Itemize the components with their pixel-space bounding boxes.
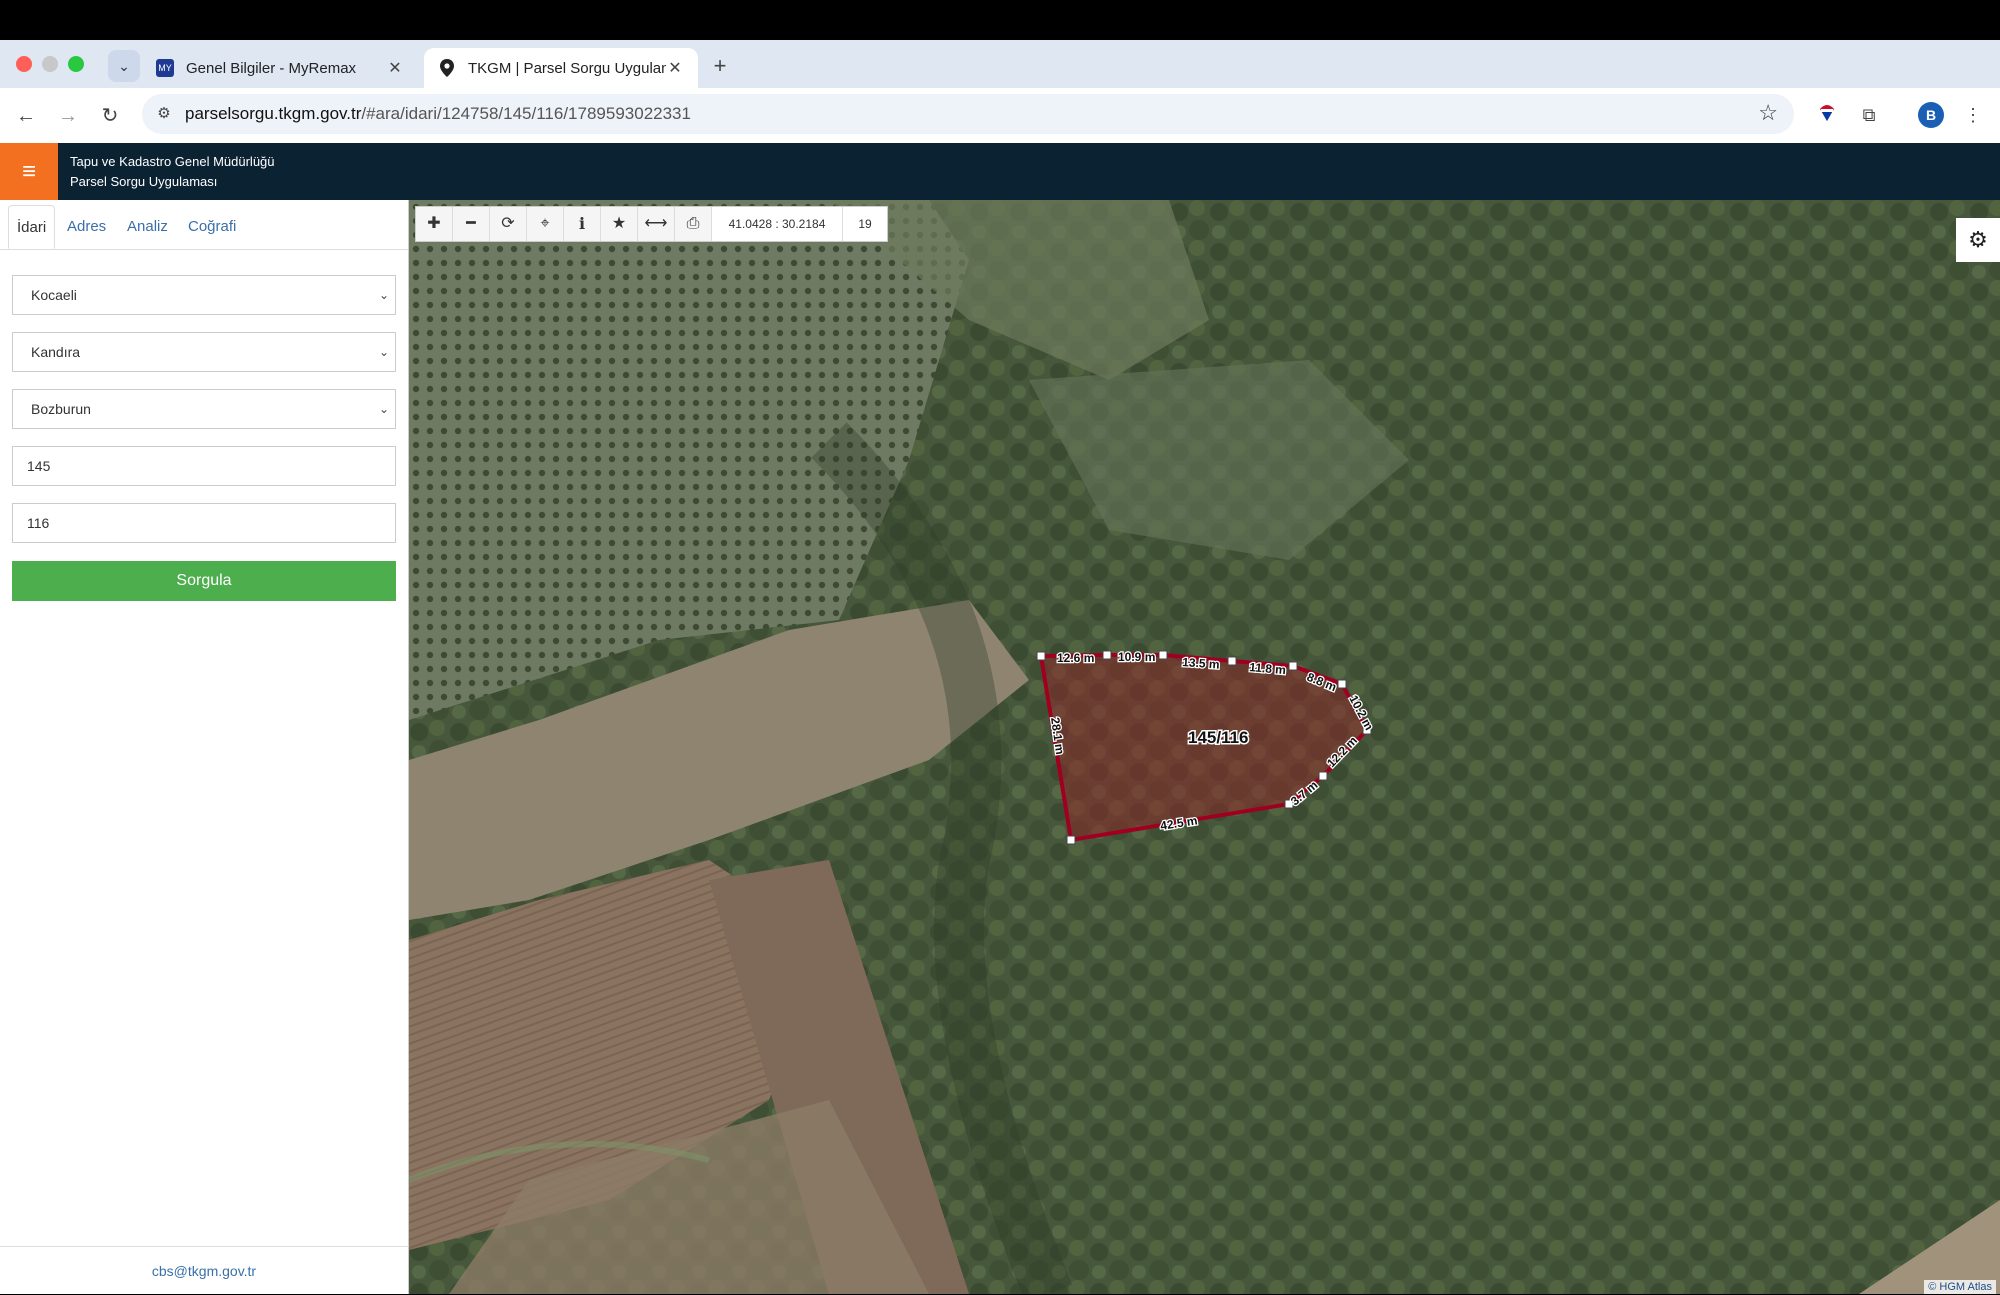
- back-arrow-icon[interactable]: ←: [10, 100, 42, 132]
- query-tabs: İdari Adres Analiz Coğrafi: [0, 200, 408, 250]
- chevron-down-icon: ⌄: [378, 345, 389, 359]
- browser-toolbar: ← → ↻ ⚙ parselsorgu.tkgm.gov.tr/#ara/ida…: [0, 88, 2000, 143]
- parsel-input[interactable]: 116: [12, 503, 396, 543]
- address-bar[interactable]: ⚙ parselsorgu.tkgm.gov.tr/#ara/idari/124…: [142, 94, 1794, 134]
- print-icon[interactable]: ⎙: [675, 207, 712, 241]
- map-view[interactable]: 12.6 m 10.9 m 13.5 m 11.8 m 8.8 m 10.2 m…: [409, 200, 2000, 1294]
- query-button[interactable]: Sorgula: [12, 561, 396, 601]
- coordinate-readout: 41.0428 : 30.2184: [712, 207, 843, 241]
- browser-chrome: ⌄ MY Genel Bilgiler - MyRemax ✕ TKGM | P…: [0, 40, 2000, 143]
- close-icon[interactable]: ✕: [666, 58, 684, 78]
- tab-analiz[interactable]: Analiz: [119, 205, 176, 249]
- tab-tkgm[interactable]: TKGM | Parsel Sorgu Uygulam ✕: [424, 48, 698, 88]
- zoom-out-icon[interactable]: ━: [453, 207, 490, 241]
- parcel-vertex[interactable]: [1158, 650, 1168, 660]
- chevron-down-icon: ⌄: [378, 288, 389, 302]
- maximize-window-button[interactable]: [68, 56, 84, 72]
- neighborhood-select[interactable]: Bozburun ⌄: [12, 389, 396, 429]
- tab-title: Genel Bilgiler - MyRemax: [186, 59, 357, 77]
- province-select[interactable]: Kocaeli ⌄: [12, 275, 396, 315]
- remax-icon: MY: [156, 59, 174, 77]
- reload-icon[interactable]: ↻: [94, 100, 126, 132]
- measure-icon[interactable]: ⟷: [638, 207, 675, 241]
- map-attribution: © HGM Atlas: [1924, 1280, 1996, 1294]
- site-info-icon[interactable]: ⚙: [152, 102, 176, 126]
- parcel-vertex[interactable]: [1288, 661, 1298, 671]
- profile-avatar[interactable]: B: [1918, 102, 1944, 128]
- parcel-vertex[interactable]: [1066, 835, 1076, 845]
- parcel-vertex[interactable]: [1318, 771, 1328, 781]
- tab-strip: ⌄ MY Genel Bilgiler - MyRemax ✕ TKGM | P…: [0, 40, 2000, 88]
- tab-myremax[interactable]: MY Genel Bilgiler - MyRemax ✕: [142, 48, 418, 88]
- map-toolbar: ✚ ━ ⟳ ⌖ i ★ ⟷ ⎙ 41.0428 : 30.2184 19: [415, 206, 888, 242]
- favorite-star-icon[interactable]: ★: [601, 207, 638, 241]
- tab-idari[interactable]: İdari: [8, 205, 56, 249]
- tab-search-button[interactable]: ⌄: [108, 50, 140, 82]
- gear-icon[interactable]: ⚙: [1956, 218, 2000, 262]
- new-tab-button[interactable]: +: [706, 52, 734, 80]
- ada-input[interactable]: 145: [12, 446, 396, 486]
- edge-length-label: 12.6 m: [1057, 651, 1094, 665]
- bookmark-star-icon[interactable]: ☆: [1758, 100, 1778, 126]
- parcel-vertex[interactable]: [1227, 656, 1237, 666]
- parcel-overlay: 12.6 m 10.9 m 13.5 m 11.8 m 8.8 m 10.2 m…: [1036, 649, 1378, 845]
- parcel-vertex[interactable]: [1337, 679, 1347, 689]
- edge-length-label: 13.5 m: [1182, 655, 1220, 672]
- tab-adres[interactable]: Adres: [59, 205, 114, 249]
- tab-title: TKGM | Parsel Sorgu Uygulam: [468, 59, 666, 77]
- chevron-down-icon: ⌄: [378, 402, 389, 416]
- query-sidebar: İdari Adres Analiz Coğrafi Kocaeli ⌄ Kan…: [0, 200, 409, 1294]
- location-pin-icon: [438, 59, 456, 77]
- tab-cografi[interactable]: Coğrafi: [180, 205, 244, 249]
- locate-crosshair-icon[interactable]: ⌖: [527, 207, 564, 241]
- os-top-bar: [0, 0, 2000, 40]
- extensions-puzzle-icon[interactable]: ⧉: [1854, 100, 1884, 130]
- parcel-vertex[interactable]: [1036, 651, 1046, 661]
- edge-length-label: 10.9 m: [1118, 650, 1155, 664]
- chevron-down-icon: ⌄: [118, 57, 130, 74]
- remax-extension-icon[interactable]: [1812, 100, 1842, 130]
- forward-arrow-icon[interactable]: →: [52, 100, 84, 132]
- hamburger-menu-icon[interactable]: ≡: [0, 143, 58, 200]
- parcel-vertex[interactable]: [1102, 650, 1112, 660]
- close-window-button[interactable]: [16, 56, 32, 72]
- app-header: ≡ Tapu ve Kadastro Genel Müdürlüğü Parse…: [0, 143, 2000, 200]
- url-text[interactable]: parselsorgu.tkgm.gov.tr/#ara/idari/12475…: [185, 104, 691, 124]
- minimize-window-button[interactable]: [42, 56, 58, 72]
- more-menu-icon[interactable]: ⋮: [1958, 100, 1988, 130]
- zoom-in-icon[interactable]: ✚: [416, 207, 453, 241]
- parcel-number-label: 145/116: [1188, 728, 1249, 747]
- close-icon[interactable]: ✕: [386, 58, 404, 78]
- refresh-icon[interactable]: ⟳: [490, 207, 527, 241]
- app-title: Tapu ve Kadastro Genel Müdürlüğü Parsel …: [70, 154, 275, 189]
- district-select[interactable]: Kandıra ⌄: [12, 332, 396, 372]
- info-icon[interactable]: i: [564, 207, 601, 241]
- contact-email-link[interactable]: cbs@tkgm.gov.tr: [0, 1246, 408, 1295]
- zoom-level: 19: [843, 207, 887, 241]
